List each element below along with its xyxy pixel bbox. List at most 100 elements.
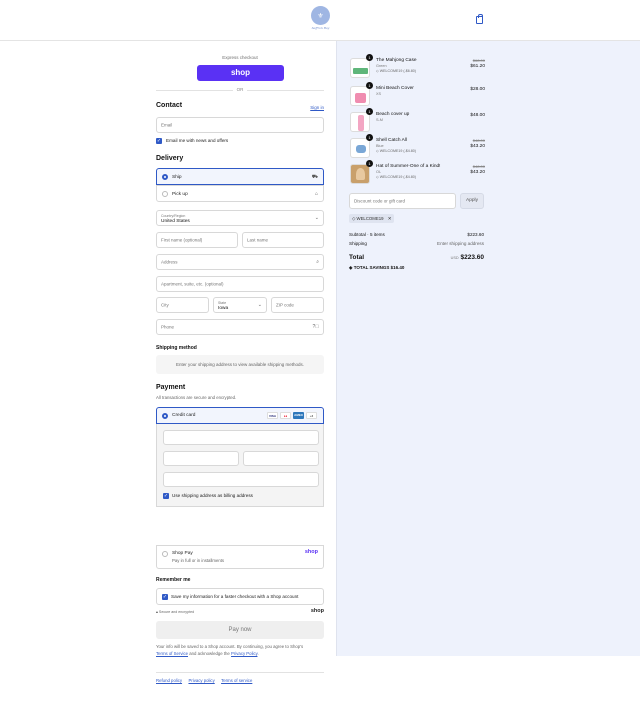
product-variant: OL [376,170,382,174]
express-checkout-label: Express checkout [222,55,258,60]
product-name: Mini Beach Cover [376,86,414,91]
quantity-badge: 1 [366,160,373,167]
terms-link[interactable]: Terms of Service [156,651,188,656]
billing-checkbox[interactable]: ✓ [163,493,169,499]
privacy-link[interactable]: Privacy Policy [231,651,257,656]
city-field[interactable]: City [156,297,209,313]
product-thumbnail [350,86,370,106]
shop-pay-express-button[interactable]: shop [197,65,284,81]
privacy-policy-link[interactable]: Privacy policy [188,678,214,683]
quantity-badge: 1 [366,108,373,115]
cart-item: 1 Shell Catch All Blue ◇ WELCOME19 (-$4.… [350,134,485,158]
pay-now-button[interactable]: Pay now [156,621,324,639]
zip-field[interactable]: ZIP code [271,297,324,313]
card-brands: VISA ●● AMEX +3 [267,412,317,419]
card-details-panel: ✓ Use shipping address as billing addres… [156,424,324,507]
sign-in-link[interactable]: Sign in [310,105,324,110]
cart-item: 1 Mini Beach Cover XS $28.00 [350,82,485,106]
original-price: $48.00 [472,164,485,169]
product-thumbnail [350,164,370,184]
payment-title: Payment [156,384,186,391]
item-discount: ◇ WELCOME19 (-$6.80) [376,69,416,73]
tag-icon: ◇ [352,216,356,221]
shop-pay-option[interactable]: Shop Pay Pay in full or in installments … [156,545,324,569]
apply-button[interactable]: Apply [460,193,484,209]
help-icon[interactable]: ?⃝ [312,324,319,330]
search-icon: ⌕ [316,259,319,265]
refund-policy-link[interactable]: Refund policy [156,678,182,683]
phone-field[interactable]: Phone ?⃝ [156,319,324,335]
product-name: The Mahjong Case [376,58,417,63]
save-info-checkbox[interactable]: ✓ [162,594,168,600]
item-discount: ◇ WELCOME19 (-$4.80) [376,175,416,179]
name-on-card-field[interactable] [163,472,319,487]
product-name: Shell Catch All [376,138,407,143]
state-select[interactable]: State Iowa ⌄ [213,297,267,313]
shipping-row: Shipping Enter shipping address [349,241,484,246]
order-summary-panel [336,41,640,656]
visa-icon: VISA [267,412,278,419]
store-icon: ⌂ [314,191,318,197]
legal-text: Your info will be saved to a Shop accoun… [156,644,304,656]
shopping-bag-icon[interactable] [476,14,483,24]
applied-discount-tag: ◇ WELCOME19 ✕ [349,214,395,223]
shop-pay-logo: shop [304,549,318,555]
tag-icon: ◇ [376,149,379,153]
email-field[interactable]: Email [156,117,324,133]
discount-code-field[interactable]: Discount code or gift card [349,193,456,209]
pickup-radio[interactable] [162,191,168,197]
quantity-badge: 1 [366,54,373,61]
first-name-field[interactable]: First name (optional) [156,232,238,248]
shop-pay-radio[interactable] [162,551,168,557]
shop-logo: shop [310,608,324,614]
quantity-badge: 1 [366,134,373,141]
subtotal-row: Subtotal · 5 items $223.60 [349,232,484,237]
news-checkbox[interactable]: ✓ [156,138,162,144]
pickup-option[interactable]: Pick up ⌂ [156,185,324,202]
logo-text: Saffron Bay [311,26,330,30]
lock-icon: 🔒︎ [156,610,158,614]
expiry-field[interactable] [163,451,239,466]
billing-label: Use shipping address as billing address [172,493,253,498]
product-thumbnail [350,58,370,78]
ship-option[interactable]: Ship ⛟ [156,168,324,185]
apartment-field[interactable]: Apartment, suite, etc. (optional) [156,276,324,292]
credit-card-option[interactable]: Credit card VISA ●● AMEX +3 [156,407,324,424]
product-name: Hat of Summer-One of a Kind! [376,164,441,169]
card-number-field[interactable] [163,430,319,445]
store-logo[interactable]: ⚜ Saffron Bay [309,6,332,32]
terms-of-service-link[interactable]: Terms of service [221,678,252,683]
item-price: $43.20 [470,170,485,175]
news-label: Email me with news and offers [166,138,229,143]
tag-icon: ◈ [349,265,353,270]
footer-divider [156,672,324,673]
credit-card-radio[interactable] [162,413,168,419]
remember-title: Remember me [156,577,191,583]
contact-title: Contact [156,102,183,109]
save-info-label: Save my information for a faster checkou… [171,594,299,599]
tag-icon: ◇ [376,69,379,73]
cart-item: 1 Hat of Summer-One of a Kind! OL ◇ WELC… [350,160,485,184]
last-name-field[interactable]: Last name [242,232,324,248]
country-select[interactable]: Country/Region United States ⌄ [156,210,324,226]
logo-emblem-icon: ⚜ [311,6,330,25]
item-price: $48.00 [470,113,485,118]
product-variant: XS [376,92,382,96]
chevron-down-icon: ⌄ [257,302,262,308]
ship-radio[interactable] [162,174,168,180]
footer-links: Refund policy Privacy policy Terms of se… [156,678,252,683]
tag-icon: ◇ [376,175,379,179]
address-field[interactable]: Address ⌕ [156,254,324,270]
remember-box: ✓ Save my information for a faster check… [156,588,324,605]
truck-icon: ⛟ [311,174,318,180]
remove-discount-icon[interactable]: ✕ [388,216,392,221]
item-price: $28.00 [470,87,485,92]
more-cards-badge: +3 [306,412,317,419]
cart-item: 1 Beach cover up S-M $48.00 [350,108,485,132]
or-label: OR [233,87,247,92]
security-code-field[interactable] [243,451,319,466]
quantity-badge: 1 [366,82,373,89]
product-variant: Green [376,64,387,68]
secure-label: 🔒︎ Secure and encrypted [156,610,195,614]
item-discount: ◇ WELCOME19 (-$4.80) [376,149,416,153]
